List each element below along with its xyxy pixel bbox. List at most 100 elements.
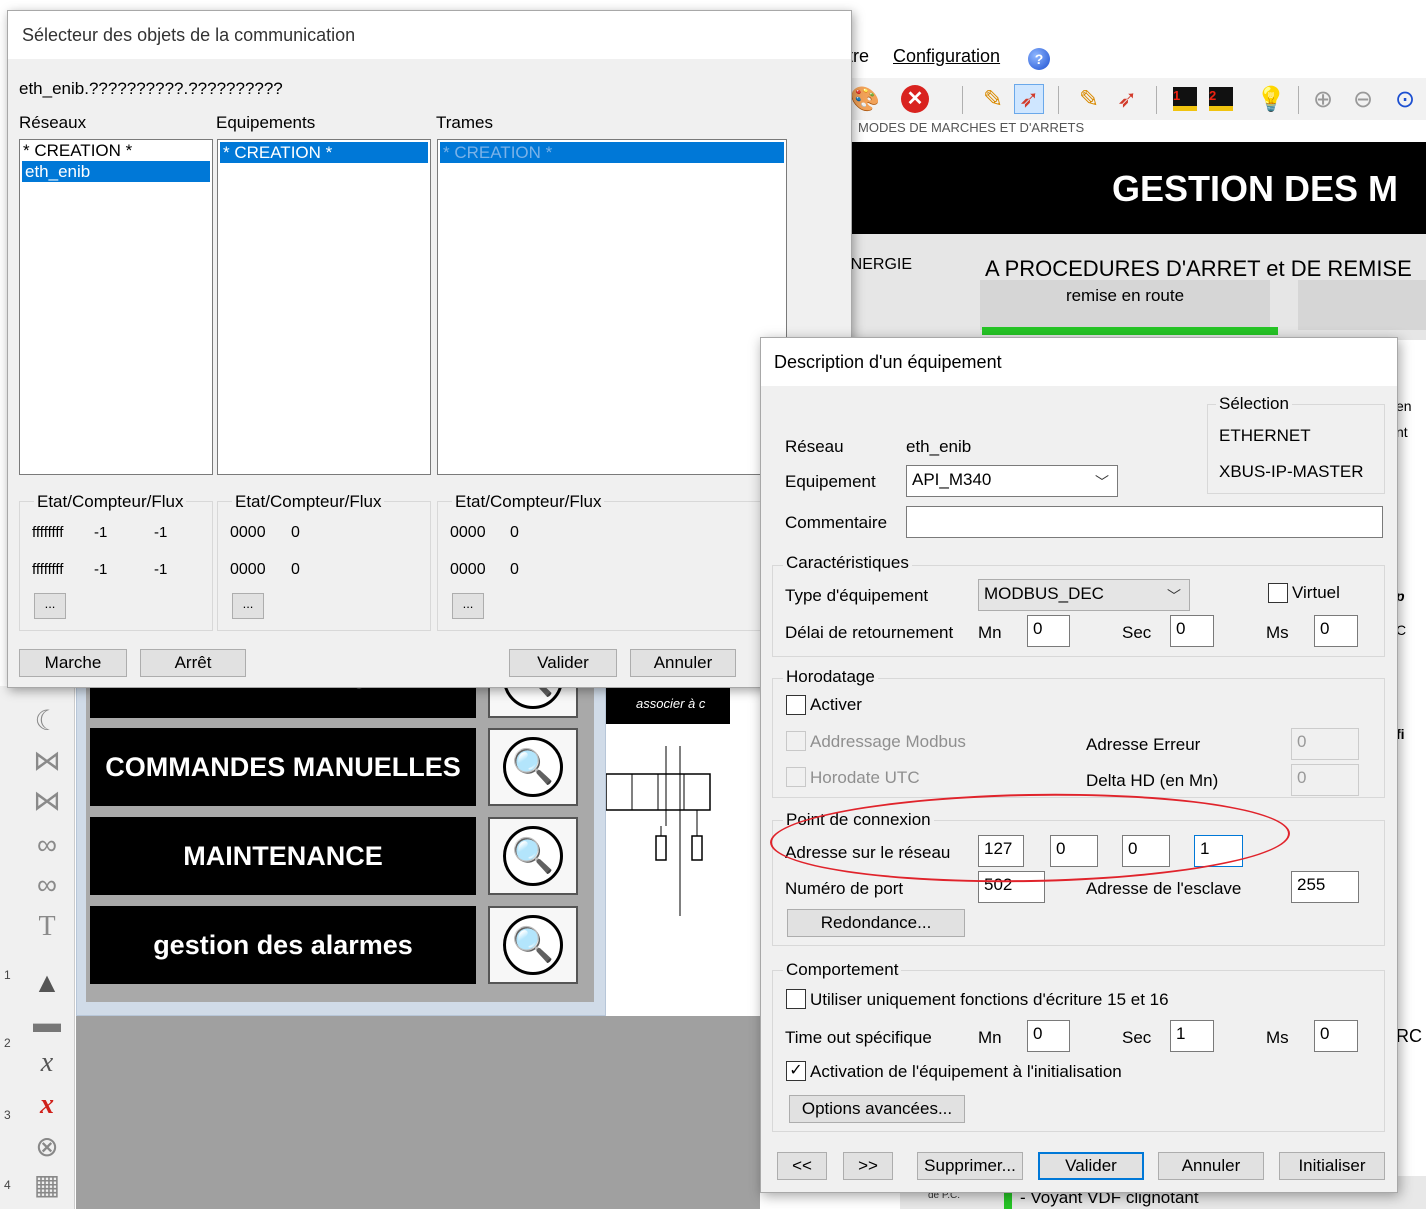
annuler-button[interactable]: Annuler <box>1158 1152 1264 1180</box>
bowtie-icon[interactable]: ⋈ <box>30 784 64 818</box>
remise-en-route-box[interactable]: remise en route <box>980 280 1270 330</box>
delta-hd-input[interactable]: 0 <box>1291 764 1359 796</box>
supprimer-button[interactable]: Supprimer... <box>917 1152 1023 1180</box>
virtuel-checkbox[interactable] <box>1268 583 1288 603</box>
book-1-icon[interactable]: 1 <box>1170 84 1200 114</box>
esclave-input[interactable]: 255 <box>1291 871 1359 903</box>
dialog-title: Description d'un équipement <box>761 338 1397 386</box>
ip-octet-3-input[interactable]: 0 <box>1122 835 1170 867</box>
timeout-ms-input[interactable]: 0 <box>1314 1020 1358 1052</box>
valider-button[interactable]: Valider <box>509 649 617 677</box>
adresse-erreur-label: Adresse Erreur <box>1086 735 1201 754</box>
valider-button[interactable]: Valider <box>1038 1152 1144 1180</box>
status-bar <box>982 327 1278 335</box>
type-select[interactable]: MODBUS_DEC ﹀ <box>978 579 1190 611</box>
menu-item-configuration[interactable]: Configuration <box>893 46 1000 67</box>
status-value: 0 <box>510 561 519 578</box>
equipement-select[interactable]: API_M340 ﹀ <box>906 465 1118 497</box>
pencil-icon[interactable]: ✎ <box>978 84 1008 114</box>
magnifier-button[interactable]: 🔍 <box>488 906 578 984</box>
list-item[interactable]: * CREATION * <box>440 142 784 163</box>
image-tool-icon[interactable]: ▬ <box>30 1006 64 1040</box>
mn-label: Mn <box>978 1028 1002 1047</box>
text-tool-icon[interactable]: T <box>30 910 64 944</box>
zoom-out-icon[interactable]: ⊖ <box>1348 84 1378 114</box>
magnifier-icon: 🔍 <box>511 837 555 875</box>
group-caption: Etat/Compteur/Flux <box>452 492 605 512</box>
list-item[interactable]: eth_enib <box>22 161 210 182</box>
image-tool-icon[interactable]: ▲ <box>30 966 64 1000</box>
status-value: 0 <box>510 524 519 541</box>
ip-octet-1-input[interactable]: 127 <box>978 835 1024 867</box>
activation-checkbox[interactable]: ✓ <box>786 1061 806 1081</box>
ip-octet-4-input[interactable]: 1 <box>1194 835 1243 867</box>
zoom-icon[interactable]: ⊙ <box>1390 84 1420 114</box>
nav-button-gestion-alarmes[interactable]: gestion des alarmes <box>90 906 476 984</box>
delai-sec-input[interactable]: 0 <box>1170 615 1214 647</box>
magic-wand-icon[interactable]: ✎ <box>1074 84 1104 114</box>
rocket-icon[interactable]: ➶ <box>1112 84 1142 114</box>
previous-button[interactable]: << <box>777 1152 827 1180</box>
infinity-icon[interactable]: ∞ <box>30 868 64 902</box>
workspace-area <box>76 1016 760 1209</box>
procedure-box[interactable] <box>1298 280 1426 330</box>
equipements-list[interactable]: * CREATION * <box>217 139 431 475</box>
delai-ms-input[interactable]: 0 <box>1314 615 1358 647</box>
magnifier-button[interactable]: 🔍 <box>488 817 578 895</box>
annuler-button[interactable]: Annuler <box>630 649 736 677</box>
fragment-text: RC <box>1396 1026 1422 1046</box>
list-item[interactable]: * CREATION * <box>220 142 428 163</box>
timeout-mn-input[interactable]: 0 <box>1027 1020 1070 1052</box>
next-button[interactable]: >> <box>843 1152 893 1180</box>
crescent-icon[interactable]: ☾ <box>30 704 64 738</box>
activer-label: Activer <box>810 695 862 714</box>
formula-red-icon[interactable]: x <box>30 1088 64 1122</box>
ip-octet-2-input[interactable]: 0 <box>1050 835 1098 867</box>
adressage-modbus-checkbox[interactable] <box>786 731 806 751</box>
nav-button-maintenance[interactable]: MAINTENANCE <box>90 817 476 895</box>
status-value: 0 <box>291 561 300 578</box>
adresse-erreur-input[interactable]: 0 <box>1291 728 1359 760</box>
ruler-mark: 2 <box>4 1036 11 1050</box>
reseaux-list[interactable]: * CREATION * eth_enib <box>19 139 213 475</box>
ruler-mark: 4 <box>4 1178 11 1192</box>
bowtie-icon[interactable]: ⋈ <box>30 744 64 778</box>
trames-list[interactable]: * CREATION * <box>437 139 787 475</box>
nav-button-commandes-manuelles[interactable]: COMMANDES MANUELLES <box>90 728 476 806</box>
book-2-icon[interactable]: 2 <box>1206 84 1236 114</box>
horodate-utc-checkbox[interactable] <box>786 767 806 787</box>
bitmap-icon[interactable]: ▦ <box>30 1168 64 1202</box>
arret-button[interactable]: Arrêt <box>140 649 246 677</box>
palette-icon[interactable]: 🎨 <box>850 84 880 114</box>
ellipsis-button[interactable]: ... <box>232 593 264 619</box>
close-red-icon[interactable]: ✕ <box>900 84 930 114</box>
activer-checkbox[interactable] <box>786 695 806 715</box>
timeout-sec-input[interactable]: 1 <box>1170 1020 1214 1052</box>
virtuel-label: Virtuel <box>1292 583 1340 602</box>
zoom-in-icon[interactable]: ⊕ <box>1308 84 1338 114</box>
page-subtitle: MODES DE MARCHES ET D'ARRETS <box>848 120 1426 140</box>
port-input[interactable]: 502 <box>978 871 1045 903</box>
lightbulb-icon[interactable]: 💡 <box>1256 84 1286 114</box>
esclave-label: Adresse de l'esclave <box>1086 879 1242 898</box>
rocket-selected-icon[interactable]: ➶ <box>1014 84 1044 114</box>
marche-button[interactable]: Marche <box>19 649 127 677</box>
delai-mn-input[interactable]: 0 <box>1027 615 1070 647</box>
ellipsis-button[interactable]: ... <box>34 593 66 619</box>
help-icon[interactable]: ? <box>1028 48 1050 70</box>
commentaire-input[interactable] <box>906 506 1383 538</box>
options-avancees-button[interactable]: Options avancées... <box>789 1095 965 1123</box>
formula-icon[interactable]: x <box>30 1046 64 1080</box>
ellipsis-button[interactable]: ... <box>452 593 484 619</box>
toolbar-separator <box>1058 86 1059 114</box>
magnifier-button[interactable]: 🔍 <box>488 728 578 806</box>
schematic-caption: associer à c <box>606 686 730 724</box>
delta-hd-label: Delta HD (en Mn) <box>1086 771 1219 790</box>
circle-x-icon[interactable]: ⊗ <box>30 1130 64 1164</box>
list-item[interactable]: * CREATION * <box>20 140 212 161</box>
initialiser-button[interactable]: Initialiser <box>1279 1152 1385 1180</box>
infinity-icon[interactable]: ∞ <box>30 828 64 862</box>
redondance-button[interactable]: Redondance... <box>787 909 965 937</box>
selector-path: eth_enib.??????????.?????????? <box>19 79 283 98</box>
fonctions-ecriture-checkbox[interactable] <box>786 989 806 1009</box>
